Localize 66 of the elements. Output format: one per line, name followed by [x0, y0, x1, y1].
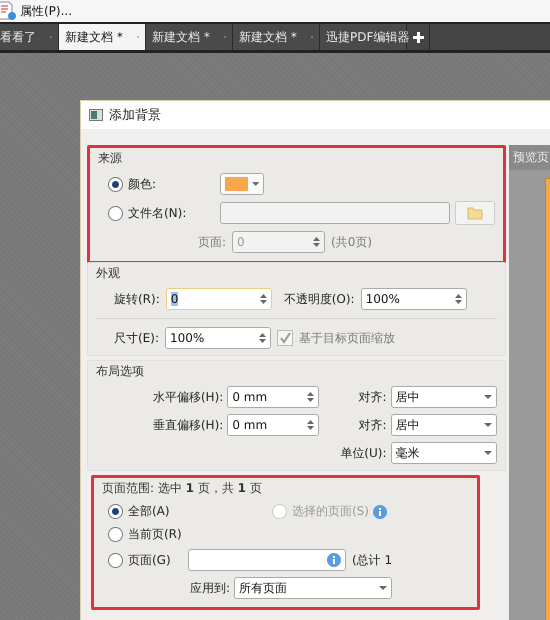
caret-icon[interactable] — [484, 395, 492, 399]
field-label: 对齐: — [357, 416, 387, 434]
spin-arrows-icon[interactable] — [454, 293, 462, 305]
page-total: (共0页) — [331, 234, 372, 250]
section-title: 来源 — [98, 150, 123, 167]
dropdown[interactable]: 毫米 — [390, 442, 497, 464]
properties-icon[interactable] — [0, 1, 17, 21]
radio-label: 全部(A) — [128, 503, 170, 520]
section-title: 布局选项 — [96, 363, 145, 380]
field-label: 页面: — [198, 234, 226, 250]
checkbox-label: 基于目标页面缩放 — [299, 330, 395, 346]
document-tab[interactable]: 新建文档 * — [59, 24, 146, 50]
opacity-spinbox[interactable]: 100% — [360, 288, 467, 310]
field-label: 对齐: — [357, 388, 387, 406]
spin-arrows-icon[interactable] — [313, 236, 320, 248]
radio-button[interactable] — [108, 504, 123, 519]
offset-spinbox[interactable]: 0 mm — [227, 386, 319, 408]
folder-icon — [467, 206, 483, 220]
size-spinbox[interactable]: 100% — [165, 327, 271, 349]
radio-label: 颜色: — [128, 176, 156, 192]
field-label: 不透明度(O): — [284, 290, 355, 308]
radio-label: 当前页(R) — [128, 526, 182, 543]
dropdown[interactable]: 所有页面 — [234, 577, 392, 599]
radio-label: 选择的页面(S) — [292, 503, 369, 520]
radio-label: 页面(G) — [128, 552, 171, 568]
caret-icon[interactable] — [484, 451, 492, 455]
spin-arrows-icon[interactable] — [306, 391, 314, 403]
field-label: 单位(U): — [339, 444, 386, 462]
spin-arrows-icon[interactable] — [260, 293, 267, 305]
dialog-title: 添加背景 — [109, 107, 161, 124]
radio-button[interactable] — [108, 206, 123, 220]
section-title: 外观 — [96, 265, 121, 282]
caret-icon[interactable] — [252, 182, 259, 186]
radio-button[interactable] — [108, 527, 123, 542]
field-label: 尺寸(E): — [114, 330, 159, 346]
section-title: 页面范围: 选中 1 页，共 1 页 — [102, 480, 263, 497]
pages-field[interactable] — [188, 549, 346, 571]
plus-icon[interactable] — [412, 32, 424, 42]
window-icon — [89, 109, 103, 121]
offset-spinbox[interactable]: 0 mm — [227, 414, 319, 436]
dropdown[interactable]: 居中 — [390, 414, 498, 436]
info-icon — [327, 553, 341, 567]
document-tab[interactable]: 看看了 — [0, 24, 59, 50]
field-label: 水平偏移(H): — [152, 388, 224, 406]
radio-label: 文件名(N): — [128, 204, 186, 222]
file-name-field[interactable] — [220, 202, 450, 224]
dropdown[interactable]: 居中 — [390, 386, 498, 408]
checkbox[interactable] — [277, 330, 293, 346]
document-tab[interactable]: 迅捷PDF编辑器 — [320, 24, 407, 50]
field-label: 垂直偏移(H): — [152, 416, 224, 434]
caret-icon[interactable] — [379, 586, 387, 590]
document-tab[interactable]: 新建文档 * — [146, 24, 233, 50]
rotation-spinbox[interactable]: 0 — [166, 288, 272, 310]
menu-item[interactable]: 属性(P)... — [20, 2, 72, 20]
field-label: 应用到: — [188, 580, 230, 596]
color-picker[interactable] — [220, 173, 264, 195]
document-tab[interactable]: 新建文档 * — [233, 24, 320, 50]
caret-icon[interactable] — [484, 423, 492, 427]
field-label: 旋转(R): — [114, 290, 160, 308]
radio-button[interactable] — [108, 552, 123, 568]
info-icon — [372, 504, 387, 518]
spin-arrows-icon[interactable] — [306, 419, 314, 431]
spin-arrows-icon[interactable] — [259, 332, 266, 344]
radio-button[interactable] — [108, 176, 123, 192]
preview-title: 预览页 — [509, 145, 550, 170]
page-total: (总计 1 — [352, 552, 392, 568]
